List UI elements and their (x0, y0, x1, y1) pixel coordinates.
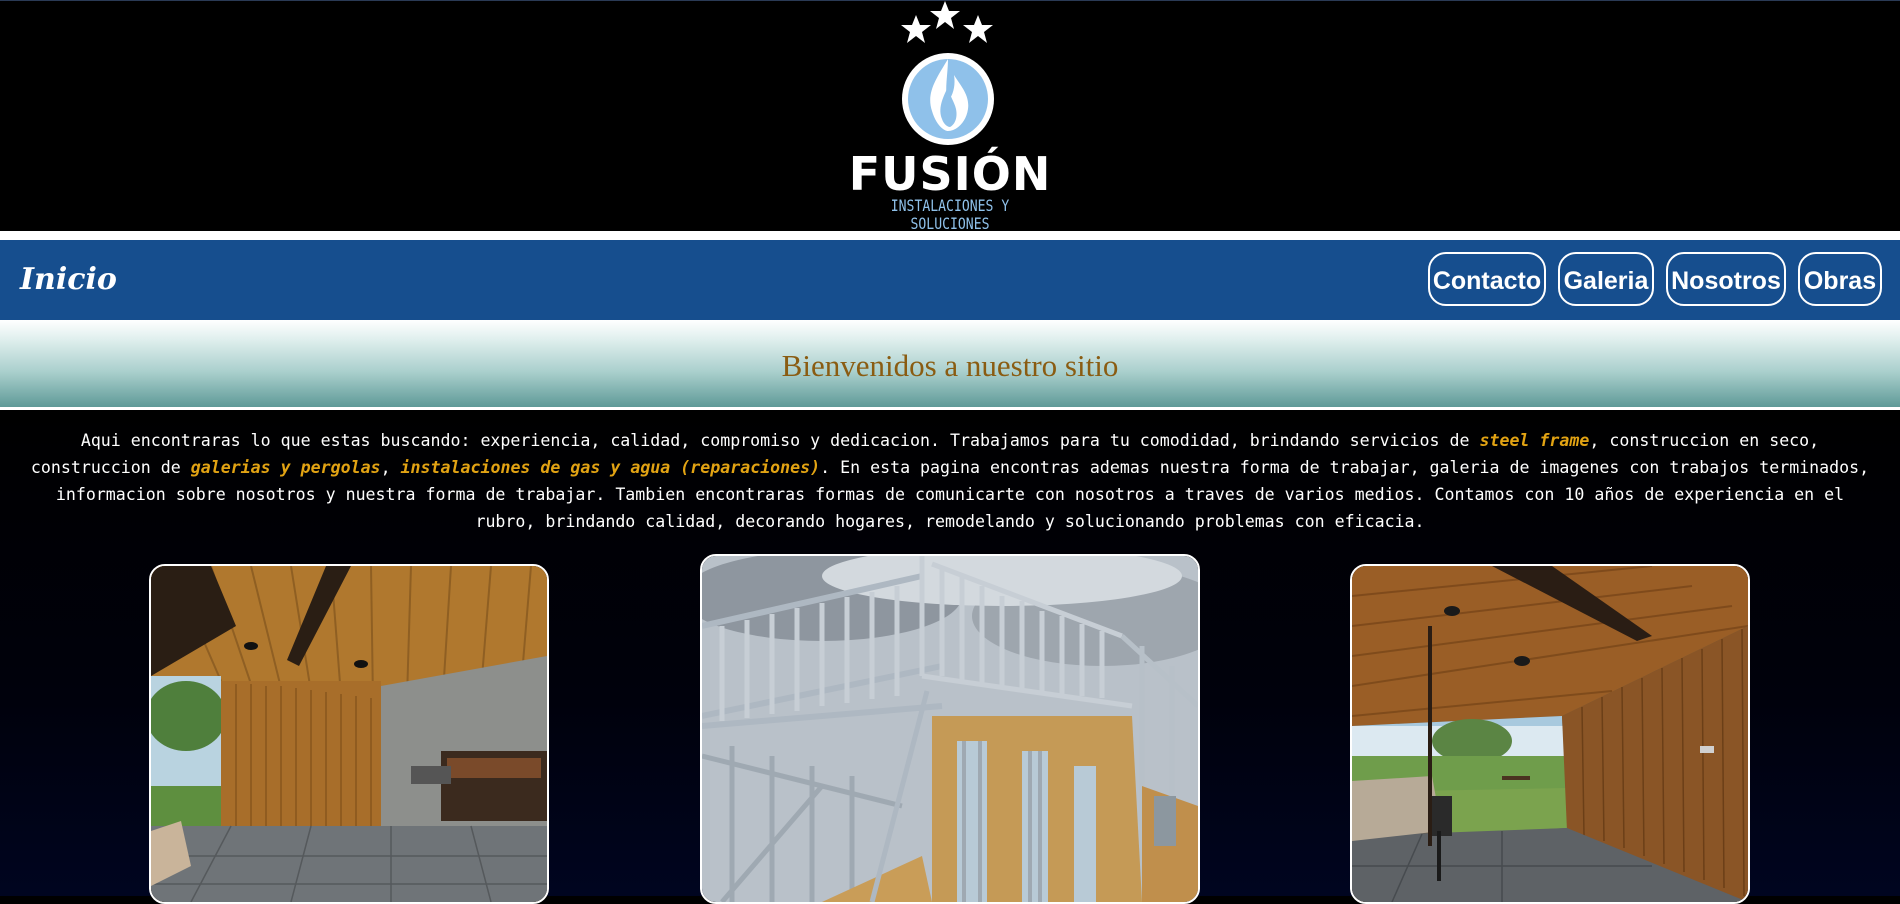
star-icon (901, 15, 931, 43)
site-header: FUSIÓN INSTALACIONES Y SOLUCIONES (0, 0, 1900, 233)
nav-item-contacto[interactable]: Contacto (1428, 252, 1546, 306)
logo-title: FUSIÓN (848, 147, 1052, 201)
star-icon (930, 1, 960, 29)
intro-text: , (380, 458, 401, 477)
nav-item-galeria[interactable]: Galeria (1558, 252, 1654, 306)
nav-item-nosotros[interactable]: Nosotros (1666, 252, 1786, 306)
nav-brand-inicio[interactable]: Inicio (20, 260, 117, 300)
gallery-image (1352, 566, 1748, 902)
header-separator (0, 231, 1900, 240)
nav-item-obras[interactable]: Obras (1798, 252, 1882, 306)
gallery-image (702, 556, 1198, 902)
intro-highlight: steel frame (1479, 431, 1590, 450)
main-content: Aqui encontraras lo que estas buscando: … (0, 410, 1900, 904)
intro-text: Aqui encontraras lo que estas buscando: … (80, 431, 1480, 450)
intro-highlight: galerias y pergolas (190, 458, 381, 477)
star-icon (963, 15, 993, 43)
logo-subtitle: INSTALACIONES Y SOLUCIONES (890, 196, 1010, 233)
welcome-banner: Bienvenidos a nuestro sitio (0, 320, 1900, 407)
gallery-image (151, 566, 547, 902)
gallery-photo-estructura-steel-frame[interactable] (700, 554, 1200, 904)
intro-paragraph: Aqui encontraras lo que estas buscando: … (22, 427, 1878, 535)
welcome-title: Bienvenidos a nuestro sitio (781, 348, 1119, 383)
brand-logo[interactable]: FUSIÓN INSTALACIONES Y SOLUCIONES (840, 1, 1060, 233)
gallery-photo-galeria-madera[interactable] (149, 564, 549, 904)
intro-highlight: instalaciones de gas y agua (reparacione… (400, 458, 821, 477)
flame-logo-icon (901, 1, 994, 145)
main-navbar: Inicio Contacto Galeria Nosotros Obras (0, 240, 1900, 320)
gallery-photo-galeria-exterior[interactable] (1350, 564, 1750, 904)
